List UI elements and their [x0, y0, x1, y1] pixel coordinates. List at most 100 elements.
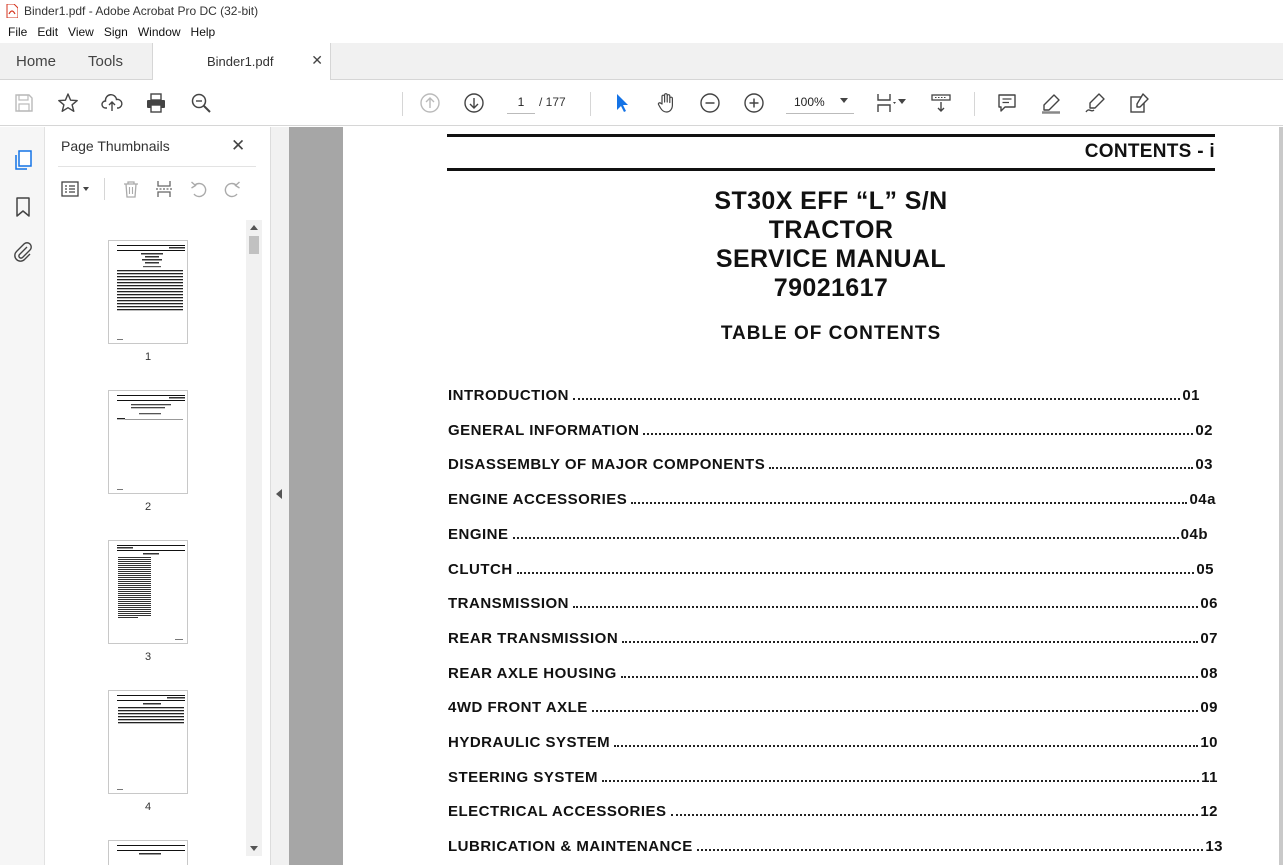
toc-entry-number: 06	[1200, 595, 1218, 612]
toc-entry[interactable]: CLUTCH 05	[448, 558, 1214, 578]
toc-entry-title: 4WD FRONT AXLE	[448, 699, 588, 716]
toc-entry[interactable]: 4WD FRONT AXLE 09	[448, 696, 1218, 716]
toc-leader	[516, 572, 1195, 574]
page-thumbnail[interactable]	[108, 690, 188, 794]
menu-view[interactable]: View	[63, 22, 99, 43]
sign-icon[interactable]	[1083, 91, 1107, 115]
toc-entry-number: 01	[1182, 387, 1200, 404]
toc-entry[interactable]: REAR AXLE HOUSING 08	[448, 662, 1218, 682]
toc-entry-title: REAR TRANSMISSION	[448, 630, 619, 647]
thumbnail-page-number: 1	[144, 351, 152, 363]
toc-entry[interactable]: DISASSEMBLY OF MAJOR COMPONENTS 03	[448, 453, 1213, 473]
page-number-input[interactable]	[507, 90, 535, 114]
toc-entry[interactable]: ENGINE ACCESSORIES 04a	[448, 488, 1216, 508]
menu-window[interactable]: Window	[133, 22, 186, 43]
toc-entry-title: STEERING SYSTEM	[448, 769, 599, 786]
toc-entry-title: ENGINE	[448, 526, 509, 543]
tab-document[interactable]: Binder1.pdf ✕	[152, 43, 331, 81]
edit-form-icon[interactable]	[1127, 91, 1151, 115]
page-thumbnails-icon[interactable]	[11, 148, 35, 172]
insert-page-icon[interactable]	[155, 178, 175, 200]
toc-entry[interactable]: LUBRICATION & MAINTENANCE 13	[448, 835, 1223, 855]
thumbnail-page-number: 2	[144, 501, 152, 513]
toc-entry[interactable]: TRANSMISSION 06	[448, 592, 1218, 612]
tab-home[interactable]: Home	[16, 43, 56, 80]
toc-entry-number: 13	[1205, 838, 1223, 855]
toc-entry[interactable]: REAR TRANSMISSION 07	[448, 627, 1218, 647]
select-cursor-icon[interactable]	[610, 91, 634, 115]
thumbnails-scrollbar[interactable]	[246, 220, 262, 856]
toc-entry-number: 09	[1200, 699, 1218, 716]
toc-entry-title: CLUTCH	[448, 561, 513, 578]
document-scrollbar[interactable]	[1279, 127, 1283, 865]
toc-entry-number: 05	[1196, 561, 1214, 578]
print-icon[interactable]	[144, 91, 168, 115]
save-icon[interactable]	[12, 91, 36, 115]
main-toolbar	[0, 80, 1283, 126]
toc-entry[interactable]: STEERING SYSTEM 11	[448, 766, 1218, 786]
menu-edit[interactable]: Edit	[32, 22, 63, 43]
toc-entry-number: 12	[1200, 803, 1218, 820]
attachment-icon[interactable]	[11, 240, 35, 264]
menu-help[interactable]: Help	[186, 22, 221, 43]
tab-tools[interactable]: Tools	[88, 43, 123, 80]
toc-entry-title: ELECTRICAL ACCESSORIES	[448, 803, 667, 820]
acrobat-app-icon	[6, 3, 19, 19]
panel-title: Page Thumbnails	[61, 138, 170, 154]
zoom-out-icon[interactable]	[698, 91, 722, 115]
panel-splitter[interactable]	[270, 127, 289, 865]
toc-leader	[614, 745, 1199, 747]
page-fit-dropdown-icon[interactable]	[897, 96, 907, 106]
page-thumbnail[interactable]	[108, 240, 188, 344]
bookmark-icon[interactable]	[11, 195, 35, 219]
page-thumbnail[interactable]	[108, 840, 188, 865]
zoom-value: 100%	[794, 95, 825, 109]
previous-page-icon[interactable]	[418, 91, 442, 115]
zoom-select[interactable]: 100%	[786, 90, 854, 114]
panel-divider	[58, 166, 256, 167]
highlight-icon[interactable]	[1039, 91, 1063, 115]
comment-icon[interactable]	[995, 91, 1019, 115]
toc-entry[interactable]: ELECTRICAL ACCESSORIES 12	[448, 800, 1218, 820]
next-page-icon[interactable]	[462, 91, 486, 115]
toc-entry[interactable]: ENGINE 04b	[448, 523, 1208, 543]
toc-entry-title: HYDRAULIC SYSTEM	[448, 734, 611, 751]
document-viewer[interactable]: CONTENTS - i ST30X EFF “L” S/N TRACTOR S…	[289, 127, 1283, 865]
upload-icon[interactable]	[100, 91, 124, 115]
page-header: CONTENTS - i	[1084, 141, 1215, 162]
rotate-left-icon[interactable]	[189, 178, 209, 200]
page-thumbnail[interactable]	[108, 540, 188, 644]
menu-file[interactable]: File	[3, 22, 32, 43]
toc-entry[interactable]: GENERAL INFORMATION 02	[448, 419, 1213, 439]
toc-entry-title: REAR AXLE HOUSING	[448, 665, 617, 682]
toc-entry-number: 03	[1195, 456, 1213, 473]
toc-leader	[602, 780, 1200, 782]
toc-entry[interactable]: INTRODUCTION 01	[448, 384, 1200, 404]
close-panel-icon[interactable]: ✕	[231, 136, 245, 156]
scroll-down-icon[interactable]	[250, 846, 258, 851]
thumbnail-options-icon[interactable]	[61, 178, 91, 200]
page-fit-icon[interactable]	[874, 91, 898, 115]
zoom-in-icon[interactable]	[742, 91, 766, 115]
zoom-search-icon[interactable]	[189, 91, 213, 115]
collapse-panel-icon[interactable]	[276, 489, 282, 499]
page-thumbnail[interactable]	[108, 390, 188, 494]
trash-icon[interactable]	[121, 178, 141, 200]
toc-heading: TABLE OF CONTENTS	[720, 323, 942, 344]
toc-entry-number: 02	[1195, 422, 1213, 439]
toc-entry[interactable]: HYDRAULIC SYSTEM 10	[448, 731, 1218, 751]
toc-leader	[620, 676, 1199, 678]
toc-leader	[670, 814, 1199, 816]
toc-leader	[573, 606, 1199, 608]
page-total-label: / 177	[539, 95, 566, 109]
menu-sign[interactable]: Sign	[99, 22, 133, 43]
scroll-mode-icon[interactable]	[929, 91, 953, 115]
rotate-right-icon[interactable]	[222, 178, 242, 200]
toc-entry-number: 11	[1201, 769, 1218, 786]
toc-entry-title: ENGINE ACCESSORIES	[448, 491, 628, 508]
scrollbar-thumb[interactable]	[249, 236, 259, 254]
close-tab-icon[interactable]: ✕	[311, 52, 323, 69]
hand-icon[interactable]	[654, 91, 678, 115]
star-icon[interactable]	[56, 91, 80, 115]
scroll-up-icon[interactable]	[250, 225, 258, 230]
